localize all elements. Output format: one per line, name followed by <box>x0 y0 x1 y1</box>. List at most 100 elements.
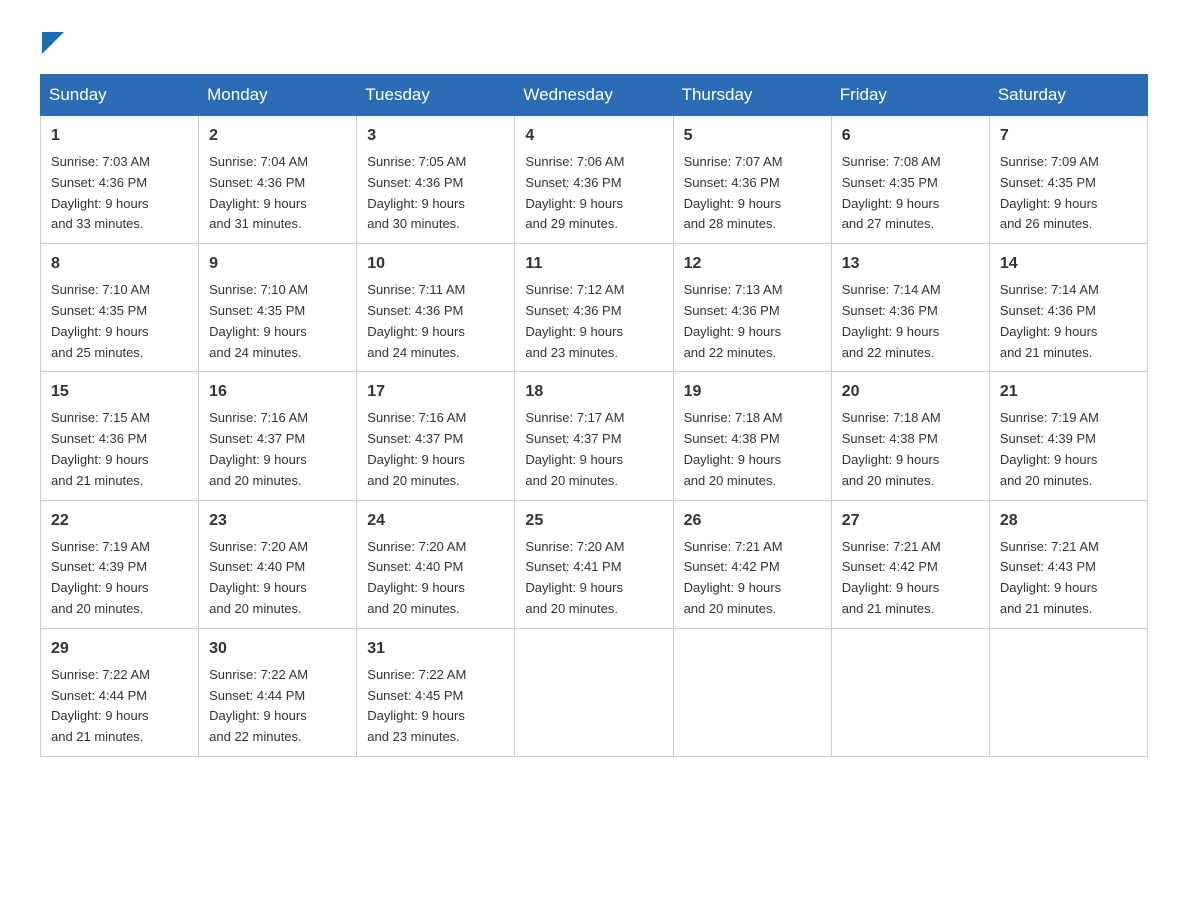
day-number: 13 <box>842 252 979 276</box>
day-number: 23 <box>209 509 346 533</box>
weekday-header-row: SundayMondayTuesdayWednesdayThursdayFrid… <box>41 75 1148 116</box>
day-number: 11 <box>525 252 662 276</box>
week-row-3: 15 Sunrise: 7:15 AMSunset: 4:36 PMDaylig… <box>41 372 1148 500</box>
day-info: Sunrise: 7:21 AMSunset: 4:42 PMDaylight:… <box>684 539 783 616</box>
weekday-header-saturday: Saturday <box>989 75 1147 116</box>
week-row-5: 29 Sunrise: 7:22 AMSunset: 4:44 PMDaylig… <box>41 628 1148 756</box>
day-info: Sunrise: 7:08 AMSunset: 4:35 PMDaylight:… <box>842 154 941 231</box>
day-info: Sunrise: 7:12 AMSunset: 4:36 PMDaylight:… <box>525 282 624 359</box>
day-info: Sunrise: 7:21 AMSunset: 4:43 PMDaylight:… <box>1000 539 1099 616</box>
day-number: 4 <box>525 124 662 148</box>
day-number: 25 <box>525 509 662 533</box>
calendar-cell: 27 Sunrise: 7:21 AMSunset: 4:42 PMDaylig… <box>831 500 989 628</box>
day-number: 19 <box>684 380 821 404</box>
calendar-table: SundayMondayTuesdayWednesdayThursdayFrid… <box>40 74 1148 757</box>
day-number: 12 <box>684 252 821 276</box>
calendar-cell: 31 Sunrise: 7:22 AMSunset: 4:45 PMDaylig… <box>357 628 515 756</box>
day-number: 24 <box>367 509 504 533</box>
week-row-1: 1 Sunrise: 7:03 AMSunset: 4:36 PMDayligh… <box>41 116 1148 244</box>
calendar-cell: 7 Sunrise: 7:09 AMSunset: 4:35 PMDayligh… <box>989 116 1147 244</box>
weekday-header-friday: Friday <box>831 75 989 116</box>
calendar-cell: 22 Sunrise: 7:19 AMSunset: 4:39 PMDaylig… <box>41 500 199 628</box>
logo <box>40 30 64 54</box>
day-info: Sunrise: 7:19 AMSunset: 4:39 PMDaylight:… <box>1000 410 1099 487</box>
day-number: 22 <box>51 509 188 533</box>
day-info: Sunrise: 7:22 AMSunset: 4:44 PMDaylight:… <box>209 667 308 744</box>
weekday-header-sunday: Sunday <box>41 75 199 116</box>
weekday-header-monday: Monday <box>199 75 357 116</box>
day-number: 1 <box>51 124 188 148</box>
calendar-cell: 1 Sunrise: 7:03 AMSunset: 4:36 PMDayligh… <box>41 116 199 244</box>
day-info: Sunrise: 7:19 AMSunset: 4:39 PMDaylight:… <box>51 539 150 616</box>
day-info: Sunrise: 7:16 AMSunset: 4:37 PMDaylight:… <box>367 410 466 487</box>
day-info: Sunrise: 7:05 AMSunset: 4:36 PMDaylight:… <box>367 154 466 231</box>
calendar-cell: 16 Sunrise: 7:16 AMSunset: 4:37 PMDaylig… <box>199 372 357 500</box>
day-number: 29 <box>51 637 188 661</box>
day-number: 5 <box>684 124 821 148</box>
day-number: 14 <box>1000 252 1137 276</box>
calendar-cell: 12 Sunrise: 7:13 AMSunset: 4:36 PMDaylig… <box>673 244 831 372</box>
day-info: Sunrise: 7:14 AMSunset: 4:36 PMDaylight:… <box>1000 282 1099 359</box>
week-row-2: 8 Sunrise: 7:10 AMSunset: 4:35 PMDayligh… <box>41 244 1148 372</box>
page-header <box>40 30 1148 54</box>
weekday-header-wednesday: Wednesday <box>515 75 673 116</box>
calendar-cell: 25 Sunrise: 7:20 AMSunset: 4:41 PMDaylig… <box>515 500 673 628</box>
calendar-cell: 4 Sunrise: 7:06 AMSunset: 4:36 PMDayligh… <box>515 116 673 244</box>
logo-arrow-icon <box>42 32 64 54</box>
day-info: Sunrise: 7:04 AMSunset: 4:36 PMDaylight:… <box>209 154 308 231</box>
day-number: 2 <box>209 124 346 148</box>
calendar-cell <box>989 628 1147 756</box>
calendar-cell: 26 Sunrise: 7:21 AMSunset: 4:42 PMDaylig… <box>673 500 831 628</box>
day-number: 21 <box>1000 380 1137 404</box>
day-info: Sunrise: 7:20 AMSunset: 4:41 PMDaylight:… <box>525 539 624 616</box>
calendar-cell: 21 Sunrise: 7:19 AMSunset: 4:39 PMDaylig… <box>989 372 1147 500</box>
calendar-cell: 6 Sunrise: 7:08 AMSunset: 4:35 PMDayligh… <box>831 116 989 244</box>
calendar-cell: 3 Sunrise: 7:05 AMSunset: 4:36 PMDayligh… <box>357 116 515 244</box>
day-info: Sunrise: 7:21 AMSunset: 4:42 PMDaylight:… <box>842 539 941 616</box>
calendar-cell: 30 Sunrise: 7:22 AMSunset: 4:44 PMDaylig… <box>199 628 357 756</box>
calendar-cell: 18 Sunrise: 7:17 AMSunset: 4:37 PMDaylig… <box>515 372 673 500</box>
day-number: 30 <box>209 637 346 661</box>
calendar-cell: 20 Sunrise: 7:18 AMSunset: 4:38 PMDaylig… <box>831 372 989 500</box>
calendar-cell: 2 Sunrise: 7:04 AMSunset: 4:36 PMDayligh… <box>199 116 357 244</box>
calendar-cell: 17 Sunrise: 7:16 AMSunset: 4:37 PMDaylig… <box>357 372 515 500</box>
day-number: 31 <box>367 637 504 661</box>
calendar-cell: 15 Sunrise: 7:15 AMSunset: 4:36 PMDaylig… <box>41 372 199 500</box>
day-info: Sunrise: 7:22 AMSunset: 4:45 PMDaylight:… <box>367 667 466 744</box>
calendar-cell: 14 Sunrise: 7:14 AMSunset: 4:36 PMDaylig… <box>989 244 1147 372</box>
weekday-header-tuesday: Tuesday <box>357 75 515 116</box>
calendar-cell <box>515 628 673 756</box>
calendar-cell: 5 Sunrise: 7:07 AMSunset: 4:36 PMDayligh… <box>673 116 831 244</box>
calendar-cell: 29 Sunrise: 7:22 AMSunset: 4:44 PMDaylig… <box>41 628 199 756</box>
day-number: 6 <box>842 124 979 148</box>
day-number: 16 <box>209 380 346 404</box>
day-info: Sunrise: 7:10 AMSunset: 4:35 PMDaylight:… <box>51 282 150 359</box>
calendar-cell: 19 Sunrise: 7:18 AMSunset: 4:38 PMDaylig… <box>673 372 831 500</box>
day-info: Sunrise: 7:11 AMSunset: 4:36 PMDaylight:… <box>367 282 465 359</box>
day-info: Sunrise: 7:16 AMSunset: 4:37 PMDaylight:… <box>209 410 308 487</box>
day-number: 8 <box>51 252 188 276</box>
day-info: Sunrise: 7:14 AMSunset: 4:36 PMDaylight:… <box>842 282 941 359</box>
calendar-cell: 11 Sunrise: 7:12 AMSunset: 4:36 PMDaylig… <box>515 244 673 372</box>
day-info: Sunrise: 7:03 AMSunset: 4:36 PMDaylight:… <box>51 154 150 231</box>
calendar-cell: 24 Sunrise: 7:20 AMSunset: 4:40 PMDaylig… <box>357 500 515 628</box>
day-number: 3 <box>367 124 504 148</box>
day-info: Sunrise: 7:22 AMSunset: 4:44 PMDaylight:… <box>51 667 150 744</box>
day-info: Sunrise: 7:15 AMSunset: 4:36 PMDaylight:… <box>51 410 150 487</box>
day-number: 20 <box>842 380 979 404</box>
day-info: Sunrise: 7:06 AMSunset: 4:36 PMDaylight:… <box>525 154 624 231</box>
day-number: 26 <box>684 509 821 533</box>
day-number: 10 <box>367 252 504 276</box>
calendar-cell: 9 Sunrise: 7:10 AMSunset: 4:35 PMDayligh… <box>199 244 357 372</box>
day-number: 27 <box>842 509 979 533</box>
weekday-header-thursday: Thursday <box>673 75 831 116</box>
day-number: 28 <box>1000 509 1137 533</box>
day-info: Sunrise: 7:17 AMSunset: 4:37 PMDaylight:… <box>525 410 624 487</box>
day-number: 18 <box>525 380 662 404</box>
day-number: 9 <box>209 252 346 276</box>
calendar-cell <box>831 628 989 756</box>
day-number: 7 <box>1000 124 1137 148</box>
day-info: Sunrise: 7:13 AMSunset: 4:36 PMDaylight:… <box>684 282 783 359</box>
calendar-cell: 10 Sunrise: 7:11 AMSunset: 4:36 PMDaylig… <box>357 244 515 372</box>
day-number: 17 <box>367 380 504 404</box>
